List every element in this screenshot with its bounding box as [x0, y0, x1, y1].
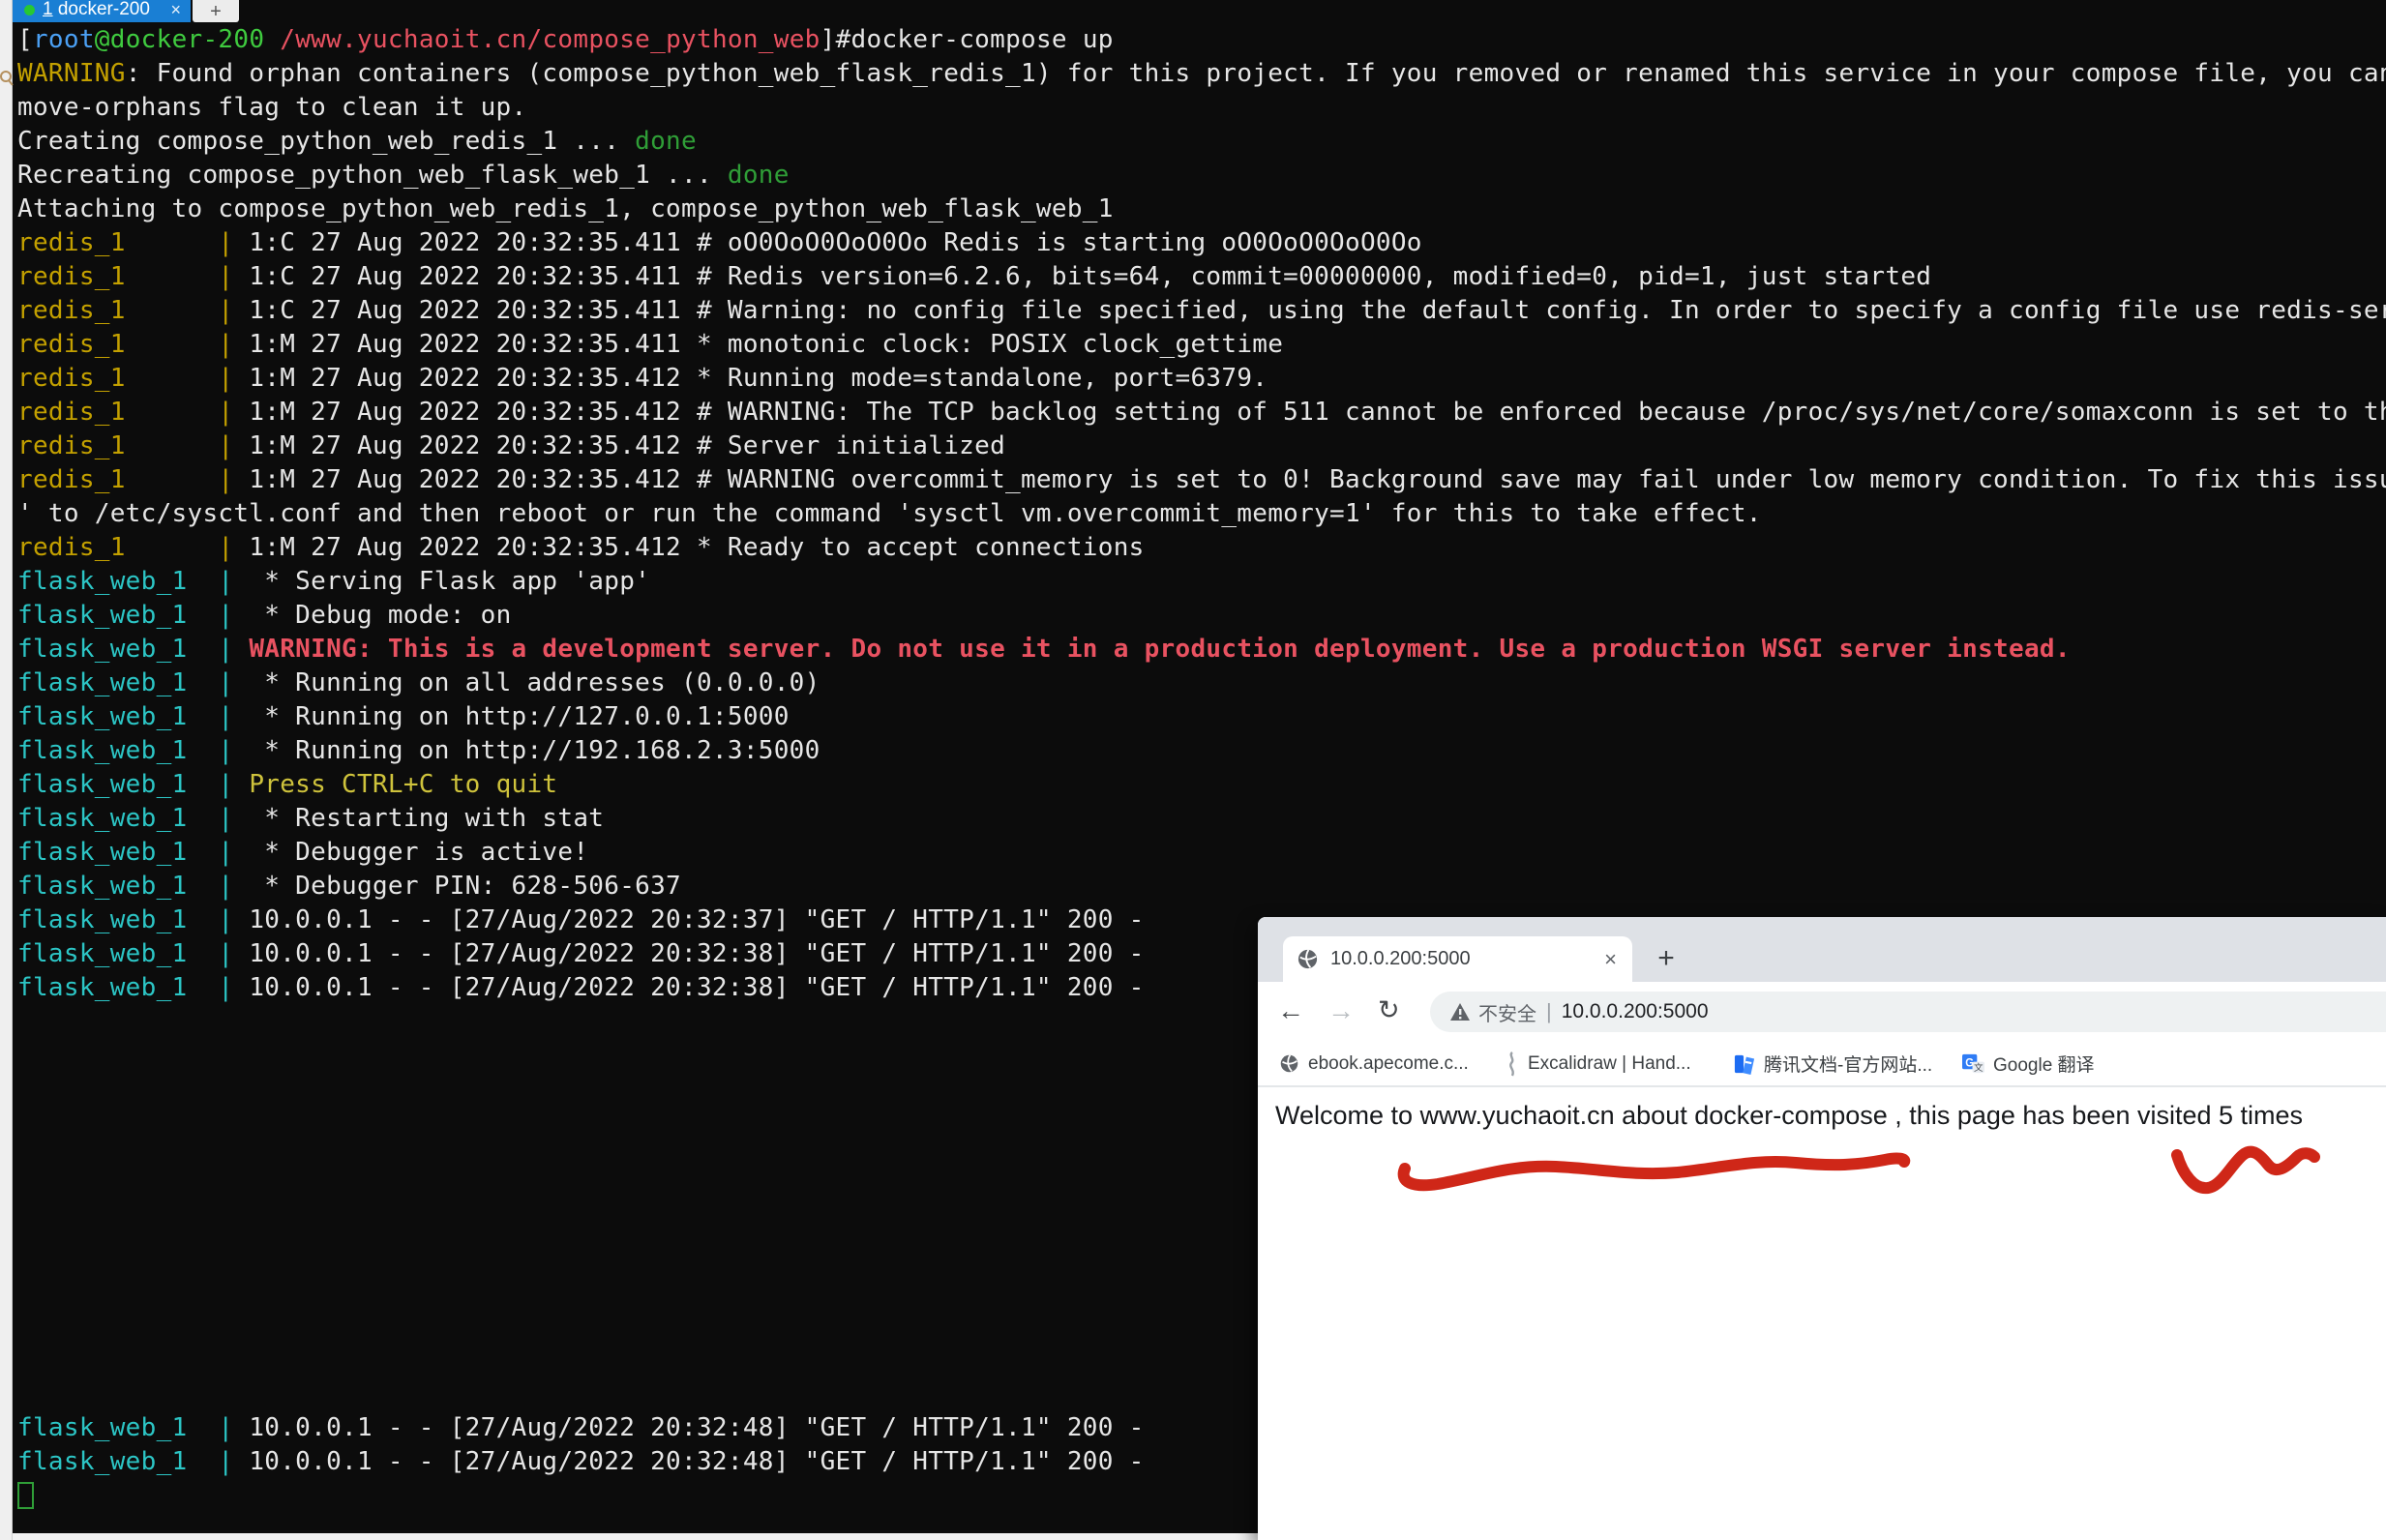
pin-icon: [1506, 1051, 1519, 1077]
red-pen-annotations: [1258, 1087, 2386, 1540]
globe-icon: [1297, 948, 1319, 970]
tencent-docs-icon: [1734, 1053, 1755, 1075]
globe-icon: [1279, 1053, 1299, 1074]
bookmark-tencent-docs[interactable]: 腾讯文档-官方网站...: [1734, 1042, 1932, 1085]
sidebar-edge: [0, 0, 13, 1540]
url-text: 10.0.0.200:5000: [1562, 1000, 1709, 1023]
tab-title: 10.0.0.200:5000: [1330, 948, 1604, 970]
bookmark-ebook[interactable]: ebook.apecome.c...: [1279, 1042, 1469, 1085]
reload-button[interactable]: ↻: [1378, 995, 1400, 1025]
browser-toolbar: ← → ↻ 不安全 | 10.0.0.200:5000: [1258, 982, 2386, 1042]
forward-button[interactable]: →: [1327, 995, 1355, 1026]
terminal-new-tab-button[interactable]: +: [193, 0, 239, 22]
svg-text:文: 文: [1974, 1062, 1983, 1074]
new-tab-button[interactable]: +: [1649, 942, 1684, 975]
address-bar[interactable]: 不安全 | 10.0.0.200:5000: [1430, 992, 2386, 1032]
page-content: Welcome to www.yuchaoit.cn about docker-…: [1258, 1087, 2386, 1540]
screen: [root@docker-200 /www.yuchaoit.cn/compos…: [0, 0, 2386, 1540]
red-underline-stroke: [1404, 1159, 1905, 1186]
back-button[interactable]: ←: [1277, 995, 1304, 1026]
bookmark-excalidraw[interactable]: Excalidraw | Hand...: [1506, 1042, 1691, 1085]
browser-tabstrip: 10.0.0.200:5000 × +: [1258, 917, 2386, 982]
not-secure-label: 不安全: [1478, 998, 1536, 1026]
terminal-tab-label: 1 docker-200: [43, 0, 163, 20]
page-welcome-text: Welcome to www.yuchaoit.cn about docker-…: [1275, 1101, 2303, 1131]
browser-window: 10.0.0.200:5000 × + ← → ↻ 不安全 | 10.0.0.2…: [1258, 917, 2386, 1540]
taskbar-edge: [0, 1533, 1260, 1540]
terminal-tabbar: 1 docker-200 × +: [0, 0, 2386, 22]
session-active-dot-icon: [24, 5, 35, 15]
tab-close-icon[interactable]: ×: [1604, 947, 1617, 972]
terminal-tab-close-icon[interactable]: ×: [170, 0, 181, 20]
bookmarks-bar: ebook.apecome.c... Excalidraw | Hand... …: [1258, 1042, 2386, 1085]
red-check-stroke: [2177, 1152, 2314, 1188]
google-translate-icon: G 文: [1962, 1052, 1984, 1075]
terminal-tab-docker-200[interactable]: 1 docker-200 ×: [13, 0, 191, 22]
bookmark-google-translate[interactable]: G 文 Google 翻译: [1962, 1042, 2095, 1085]
not-secure-warning-icon: [1449, 1002, 1471, 1022]
browser-tab[interactable]: 10.0.0.200:5000 ×: [1283, 936, 1632, 982]
address-separator: |: [1546, 999, 1552, 1024]
magnifier-icon: [0, 70, 15, 87]
